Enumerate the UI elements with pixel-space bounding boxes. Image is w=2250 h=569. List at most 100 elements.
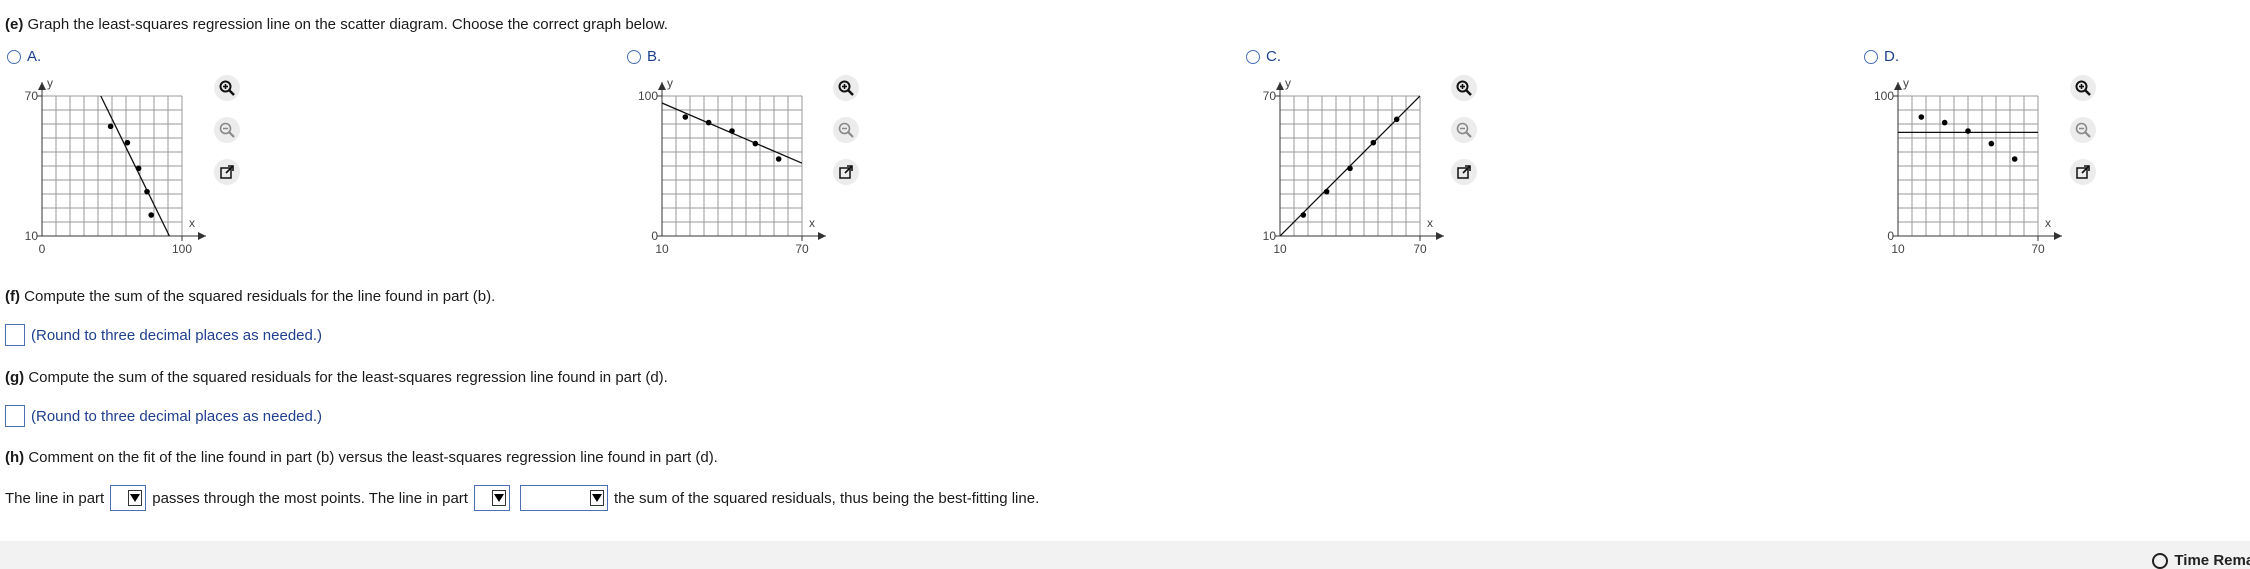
- data-point: [1347, 165, 1353, 172]
- option-b-letter: B.: [647, 48, 662, 65]
- y-tick-label-bottom: 10: [25, 229, 39, 243]
- zoom-out-icon[interactable]: [214, 117, 240, 143]
- y-tick-label-top: 100: [1874, 89, 1894, 103]
- data-point: [107, 123, 114, 130]
- x-axis-label: x: [2045, 216, 2051, 230]
- dropdown-arrow-icon: [128, 490, 143, 506]
- data-point: [729, 128, 735, 134]
- part-h-dropdown-1[interactable]: [110, 485, 147, 511]
- zoom-in-icon[interactable]: [833, 75, 859, 101]
- data-point: [135, 165, 142, 172]
- data-point: [144, 188, 150, 195]
- part-g-answer-input[interactable]: [5, 405, 25, 427]
- dropdown-arrow-icon: [589, 490, 604, 506]
- scatter-graph-b: 100 010 70 y x: [638, 76, 826, 256]
- grid-lines: [41, 95, 183, 237]
- part-f-answer-input[interactable]: [5, 324, 25, 346]
- x-tick-label-right: 100: [172, 242, 192, 256]
- option-d-tools: [2070, 75, 2096, 185]
- part-f-answer-row: (Round to three decimal places as needed…: [5, 324, 322, 346]
- y-tick-label-bottom: 0: [1887, 229, 1894, 243]
- zoom-in-icon[interactable]: [1451, 75, 1477, 101]
- y-axis-arrow: [658, 82, 666, 90]
- part-f-label: (f): [5, 288, 20, 305]
- part-h-text: Comment on the fit of the line found in …: [28, 449, 718, 466]
- option-c-letter: C.: [1266, 48, 1281, 65]
- open-external-icon[interactable]: [214, 159, 240, 185]
- open-external-icon[interactable]: [833, 159, 859, 185]
- x-tick-label-right: 70: [1413, 242, 1427, 256]
- y-axis-label: y: [1903, 76, 1909, 90]
- part-h-dropdown-3[interactable]: [519, 485, 608, 511]
- data-point: [1918, 114, 1925, 120]
- y-tick-label-top: 70: [25, 89, 39, 103]
- option-d[interactable]: D.: [1864, 48, 1899, 65]
- y-axis-label: y: [1285, 76, 1291, 90]
- footer-bar: [0, 541, 2250, 569]
- zoom-out-icon[interactable]: [2070, 117, 2096, 143]
- option-a-tools: [214, 75, 240, 185]
- y-axis-label: y: [47, 76, 53, 90]
- y-tick-label-top: 70: [1263, 89, 1277, 103]
- x-tick-label-right: 70: [795, 242, 809, 256]
- time-remaining[interactable]: Time Remaining: [2152, 552, 2250, 569]
- zoom-out-icon[interactable]: [833, 117, 859, 143]
- y-axis-arrow: [38, 82, 46, 90]
- scatter-graph-d: 100 010 70 y x: [1874, 76, 2062, 256]
- data-point: [1988, 140, 1995, 147]
- x-axis-label: x: [1427, 216, 1433, 230]
- data-point: [2011, 156, 2018, 162]
- data-point: [1323, 188, 1330, 195]
- data-point: [1941, 119, 1948, 126]
- zoom-in-icon[interactable]: [214, 75, 240, 101]
- part-g-answer-row: (Round to three decimal places as needed…: [5, 405, 322, 427]
- part-g-label: (g): [5, 369, 25, 386]
- x-tick-label-right: 70: [2031, 242, 2045, 256]
- data-point: [148, 212, 154, 218]
- option-b[interactable]: B.: [627, 48, 661, 65]
- option-a-letter: A.: [27, 48, 42, 65]
- open-external-icon[interactable]: [2070, 159, 2096, 185]
- y-axis-arrow: [1894, 82, 1902, 90]
- scatter-graph-c: 70 1010 70 y x: [1263, 76, 1444, 256]
- part-h-sentence-2: passes through the most points. The line…: [152, 489, 468, 507]
- dropdown-arrow-icon: [491, 490, 506, 506]
- part-g-question: (g) Compute the sum of the squared resid…: [5, 369, 668, 386]
- option-d-radio[interactable]: [1864, 49, 1878, 64]
- option-a[interactable]: A.: [7, 48, 41, 65]
- data-point: [682, 114, 689, 120]
- part-e-label: (e): [5, 16, 24, 33]
- option-b-radio[interactable]: [627, 49, 641, 64]
- part-h-answer-row: The line in part passes through the most…: [5, 485, 1039, 511]
- time-remaining-label: Time Remaining: [2174, 552, 2250, 569]
- zoom-out-icon[interactable]: [1451, 117, 1477, 143]
- part-h-sentence-1: The line in part: [5, 489, 105, 507]
- part-h-dropdown-2[interactable]: [473, 485, 510, 511]
- part-h-question: (h) Comment on the fit of the line found…: [5, 449, 718, 466]
- data-point: [1300, 212, 1307, 218]
- option-d-letter: D.: [1884, 48, 1899, 65]
- option-a-radio[interactable]: [7, 49, 21, 64]
- y-tick-label-top: 100: [638, 89, 658, 103]
- x-tick-label-left: 10: [1273, 242, 1287, 256]
- x-tick-label-left: 10: [655, 242, 669, 256]
- part-e-text: Graph the least-squares regression line …: [27, 16, 668, 33]
- zoom-in-icon[interactable]: [2070, 75, 2096, 101]
- data-point: [124, 139, 131, 146]
- data-point: [1370, 139, 1377, 146]
- option-c[interactable]: C.: [1246, 48, 1281, 65]
- y-tick-label-bottom: 0: [651, 229, 658, 243]
- y-axis-label: y: [667, 76, 673, 90]
- x-axis-label: x: [189, 216, 195, 230]
- clock-icon: [2152, 552, 2169, 569]
- part-h-label: (h): [5, 449, 25, 466]
- y-axis-arrow: [1276, 82, 1284, 90]
- part-f-question: (f) Compute the sum of the squared resid…: [5, 288, 495, 305]
- data-point: [1393, 116, 1400, 123]
- part-h-sentence-3: the sum of the squared residuals, thus b…: [613, 489, 1040, 507]
- open-external-icon[interactable]: [1451, 159, 1477, 185]
- option-c-radio[interactable]: [1246, 49, 1260, 64]
- x-tick-label-left: 0: [39, 242, 46, 256]
- x-tick-label-left: 10: [1891, 242, 1905, 256]
- data-point: [752, 140, 759, 147]
